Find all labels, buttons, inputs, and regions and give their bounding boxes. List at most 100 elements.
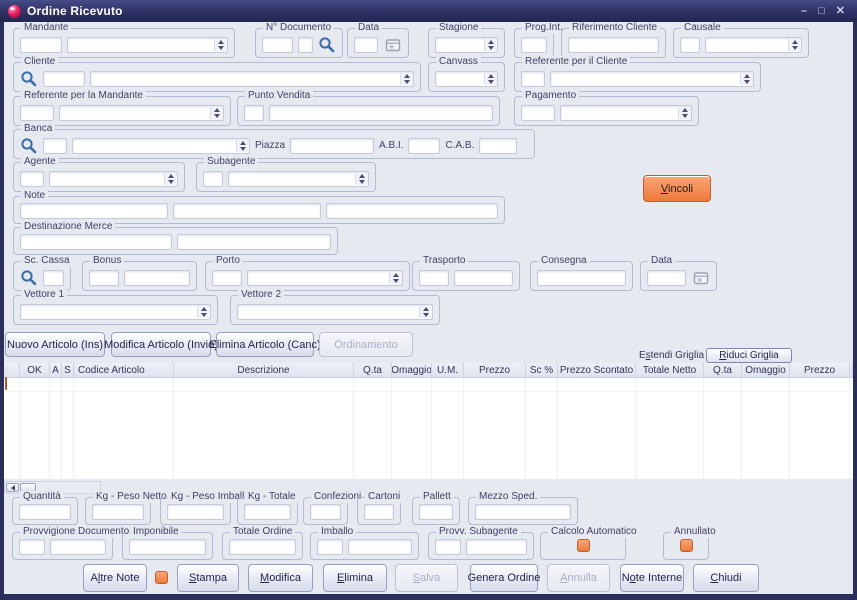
spinner-icon[interactable] (678, 107, 690, 119)
maximize-button[interactable]: □ (818, 6, 825, 17)
chiudi-button[interactable]: Chiudi (693, 564, 759, 592)
titlebar[interactable]: Ordine Ricevuto – □ ✕ (0, 0, 857, 22)
porto-select[interactable] (247, 270, 403, 286)
sc-cassa-input[interactable] (43, 270, 64, 286)
peso-imballi-input[interactable] (167, 504, 224, 520)
agente-select[interactable] (49, 171, 178, 187)
mandante-code-input[interactable] (20, 37, 62, 53)
spinner-icon[interactable] (419, 306, 431, 318)
provvigione-documento-pct-input[interactable] (19, 539, 45, 555)
spinner-icon[interactable] (400, 73, 412, 85)
selected-row-indicator[interactable] (5, 377, 7, 390)
calcolo-automatico-checkbox[interactable] (577, 539, 590, 552)
vettore2-select[interactable] (237, 304, 433, 320)
search-icon[interactable] (318, 36, 336, 54)
scroll-left-arrow-icon[interactable] (6, 483, 19, 492)
peso-netto-input[interactable] (92, 504, 144, 520)
banca-code-input[interactable] (43, 138, 67, 154)
provvigione-documento-input[interactable] (50, 539, 106, 555)
pallett-input[interactable] (419, 504, 453, 520)
cliente-select[interactable] (90, 71, 414, 87)
vettore1-select[interactable] (20, 304, 211, 320)
referente-mandante-code-input[interactable] (20, 105, 54, 121)
spinner-icon[interactable] (197, 306, 209, 318)
agente-code-input[interactable] (20, 171, 44, 187)
bonus-input[interactable] (124, 270, 190, 286)
genera-ordine-button[interactable]: Genera Ordine (470, 564, 538, 592)
spinner-icon[interactable] (484, 39, 496, 51)
totale-ordine-input[interactable] (229, 539, 296, 555)
data-documento-input[interactable] (354, 37, 378, 53)
consegna-input[interactable] (537, 270, 626, 286)
spinner-icon[interactable] (389, 272, 401, 284)
canvass-select[interactable] (435, 71, 498, 87)
note-input-1[interactable] (20, 203, 168, 219)
altre-note-button[interactable]: Altre Note (83, 564, 147, 592)
spinner-icon[interactable] (236, 140, 248, 152)
piazza-input[interactable] (290, 138, 374, 154)
stampa-button[interactable]: Stampa (177, 564, 239, 592)
destinazione-merce-input-1[interactable] (20, 234, 172, 250)
trasporto-code-input[interactable] (419, 270, 449, 286)
stagione-select[interactable] (435, 37, 498, 53)
grid-body[interactable] (4, 378, 853, 479)
note-input-2[interactable] (173, 203, 321, 219)
search-icon[interactable] (20, 269, 38, 287)
spinner-icon[interactable] (210, 107, 222, 119)
note-interne-button[interactable]: Note Interne (620, 564, 684, 592)
banca-select[interactable] (72, 138, 250, 154)
quantita-input[interactable] (19, 504, 71, 520)
note-input-3[interactable] (326, 203, 498, 219)
mandante-select[interactable] (67, 37, 228, 53)
prog-int-input[interactable] (521, 37, 547, 53)
data-consegna-input[interactable] (647, 270, 686, 286)
provv-subagente-pct-input[interactable] (435, 539, 461, 555)
cliente-code-input[interactable] (43, 71, 85, 87)
referente-mandante-select[interactable] (59, 105, 224, 121)
kg-totale-input[interactable] (244, 504, 291, 520)
minimize-button[interactable]: – (801, 6, 807, 17)
search-icon[interactable] (20, 137, 38, 155)
spinner-icon[interactable] (484, 73, 496, 85)
referente-cliente-code-input[interactable] (521, 71, 545, 87)
modifica-button[interactable]: Modifica (248, 564, 313, 592)
confezioni-input[interactable] (310, 504, 341, 520)
mezzo-sped-input[interactable] (475, 504, 571, 520)
elimina-articolo-button[interactable]: Elimina Articolo (Canc) (216, 332, 314, 357)
abi-input[interactable] (408, 138, 440, 154)
salva-button[interactable]: Salva (395, 564, 458, 592)
search-icon[interactable] (20, 70, 38, 88)
imballo-input[interactable] (348, 539, 412, 555)
pagamento-code-input[interactable] (521, 105, 555, 121)
spinner-icon[interactable] (164, 173, 176, 185)
punto-vendita-code-input[interactable] (244, 105, 264, 121)
spinner-icon[interactable] (788, 39, 800, 51)
causale-code-input[interactable] (680, 37, 700, 53)
annullato-checkbox[interactable] (680, 539, 693, 552)
spinner-icon[interactable] (355, 173, 367, 185)
calendar-icon[interactable] (383, 37, 402, 53)
nuovo-articolo-button[interactable]: Nuovo Articolo (Ins) (5, 332, 105, 357)
imponibile-input[interactable] (129, 539, 206, 555)
close-button[interactable]: ✕ (836, 6, 845, 17)
provv-subagente-input[interactable] (466, 539, 527, 555)
n-documento-suffix-input[interactable] (298, 37, 313, 53)
annulla-button[interactable]: Annulla (547, 564, 610, 592)
ordinamento-button[interactable]: Ordinamento (319, 332, 413, 357)
porto-code-input[interactable] (212, 270, 242, 286)
riferimento-cliente-input[interactable] (568, 37, 659, 53)
imballo-code-input[interactable] (317, 539, 343, 555)
destinazione-merce-input-2[interactable] (177, 234, 331, 250)
spinner-icon[interactable] (740, 73, 752, 85)
estendi-griglia-button[interactable]: Estendi Griglia (629, 350, 704, 361)
cab-input[interactable] (479, 138, 517, 154)
modifica-articolo-button[interactable]: Modifica Articolo (Invio) (111, 332, 211, 357)
trasporto-input[interactable] (454, 270, 513, 286)
n-documento-input[interactable] (262, 37, 293, 53)
calendar-icon[interactable] (691, 270, 710, 286)
altre-note-indicator-checkbox[interactable] (155, 571, 168, 584)
articles-grid[interactable]: OK A S Codice Articolo Descrizione Q.ta … (4, 363, 853, 479)
riduci-griglia-button[interactable]: Riduci Griglia (706, 348, 792, 363)
punto-vendita-input[interactable] (269, 105, 493, 121)
referente-cliente-select[interactable] (550, 71, 754, 87)
